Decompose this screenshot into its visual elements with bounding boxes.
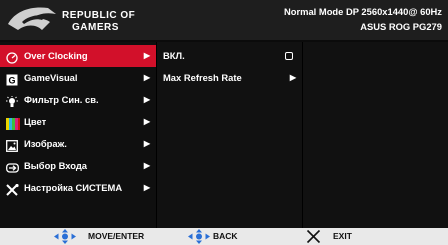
detail-pane bbox=[303, 42, 448, 228]
chevron-right-icon: ▶ bbox=[143, 139, 150, 148]
menu-item-label: Цвет bbox=[24, 116, 47, 127]
picture-icon bbox=[6, 138, 18, 152]
back-label: BACK bbox=[213, 231, 238, 241]
speedometer-icon bbox=[6, 50, 18, 64]
bulb-icon bbox=[6, 94, 18, 107]
menu-item-image[interactable]: Изображ. ▶ bbox=[0, 133, 156, 155]
close-icon bbox=[306, 229, 321, 244]
checkbox[interactable] bbox=[285, 52, 293, 60]
svg-text:G: G bbox=[8, 76, 15, 86]
rog-eye-icon bbox=[8, 7, 56, 30]
joystick-back-icon bbox=[188, 229, 210, 244]
chevron-right-icon: ▶ bbox=[289, 73, 296, 82]
main-menu: Over Clocking ▶ G GameVisual ▶ Фильтр Си… bbox=[0, 42, 156, 228]
menu-item-label: Фильтр Син. св. bbox=[24, 94, 99, 105]
menu-item-label: Изображ. bbox=[24, 138, 67, 149]
brand-line-1: REPUBLIC OF bbox=[62, 10, 136, 21]
chevron-right-icon: ▶ bbox=[143, 161, 150, 170]
menu-item-label: Настройка СИСТЕМА bbox=[24, 182, 123, 193]
menu-item-label: Выбор Входа bbox=[24, 160, 88, 171]
menu-item-color[interactable]: Цвет ▶ bbox=[0, 111, 156, 133]
submenu-item-label: Max Refresh Rate bbox=[163, 72, 242, 83]
chevron-right-icon: ▶ bbox=[143, 183, 150, 192]
mode-status: Normal Mode DP 2560x1440@ 60Hz bbox=[283, 6, 442, 17]
submenu-item-max-refresh-rate[interactable]: Max Refresh Rate ▶ bbox=[157, 67, 302, 89]
exit-label: EXIT bbox=[333, 231, 352, 241]
chevron-right-icon: ▶ bbox=[143, 73, 150, 82]
menu-item-label: GameVisual bbox=[24, 72, 78, 83]
sub-menu: ВКЛ. Max Refresh Rate ▶ bbox=[157, 42, 302, 228]
menu-panel: Over Clocking ▶ G GameVisual ▶ Фильтр Си… bbox=[0, 42, 448, 228]
tools-icon bbox=[6, 182, 19, 196]
submenu-item-on[interactable]: ВКЛ. bbox=[157, 45, 302, 67]
chevron-right-icon: ▶ bbox=[143, 95, 150, 104]
osd-footer: MOVE/ENTER BACK EXIT bbox=[0, 228, 448, 245]
submenu-item-label: ВКЛ. bbox=[163, 50, 185, 61]
menu-item-input-select[interactable]: Выбор Входа ▶ bbox=[0, 155, 156, 177]
chevron-right-icon: ▶ bbox=[143, 51, 150, 60]
menu-item-gamevisual[interactable]: G GameVisual ▶ bbox=[0, 67, 156, 89]
brand-line-2: GAMERS bbox=[72, 22, 119, 33]
menu-item-blue-light-filter[interactable]: Фильтр Син. св. ▶ bbox=[0, 89, 156, 111]
color-bars-icon bbox=[6, 116, 20, 130]
menu-item-over-clocking[interactable]: Over Clocking ▶ bbox=[0, 45, 156, 67]
status-info: Normal Mode DP 2560x1440@ 60Hz ASUS ROG … bbox=[284, 4, 442, 34]
model-name: ASUS ROG PG279 bbox=[360, 21, 442, 32]
joystick-dpad-icon bbox=[54, 229, 76, 244]
menu-item-label: Over Clocking bbox=[24, 50, 88, 61]
menu-item-system-setup[interactable]: Настройка СИСТЕМА ▶ bbox=[0, 177, 156, 199]
input-arrow-icon bbox=[6, 160, 19, 173]
osd-window: REPUBLIC OF GAMERS Normal Mode DP 2560x1… bbox=[0, 0, 448, 245]
gamevisual-icon: G bbox=[6, 72, 18, 86]
osd-header: REPUBLIC OF GAMERS Normal Mode DP 2560x1… bbox=[0, 0, 448, 40]
rog-logo: REPUBLIC OF GAMERS bbox=[6, 4, 156, 36]
move-enter-label: MOVE/ENTER bbox=[88, 231, 145, 241]
chevron-right-icon: ▶ bbox=[143, 117, 150, 126]
